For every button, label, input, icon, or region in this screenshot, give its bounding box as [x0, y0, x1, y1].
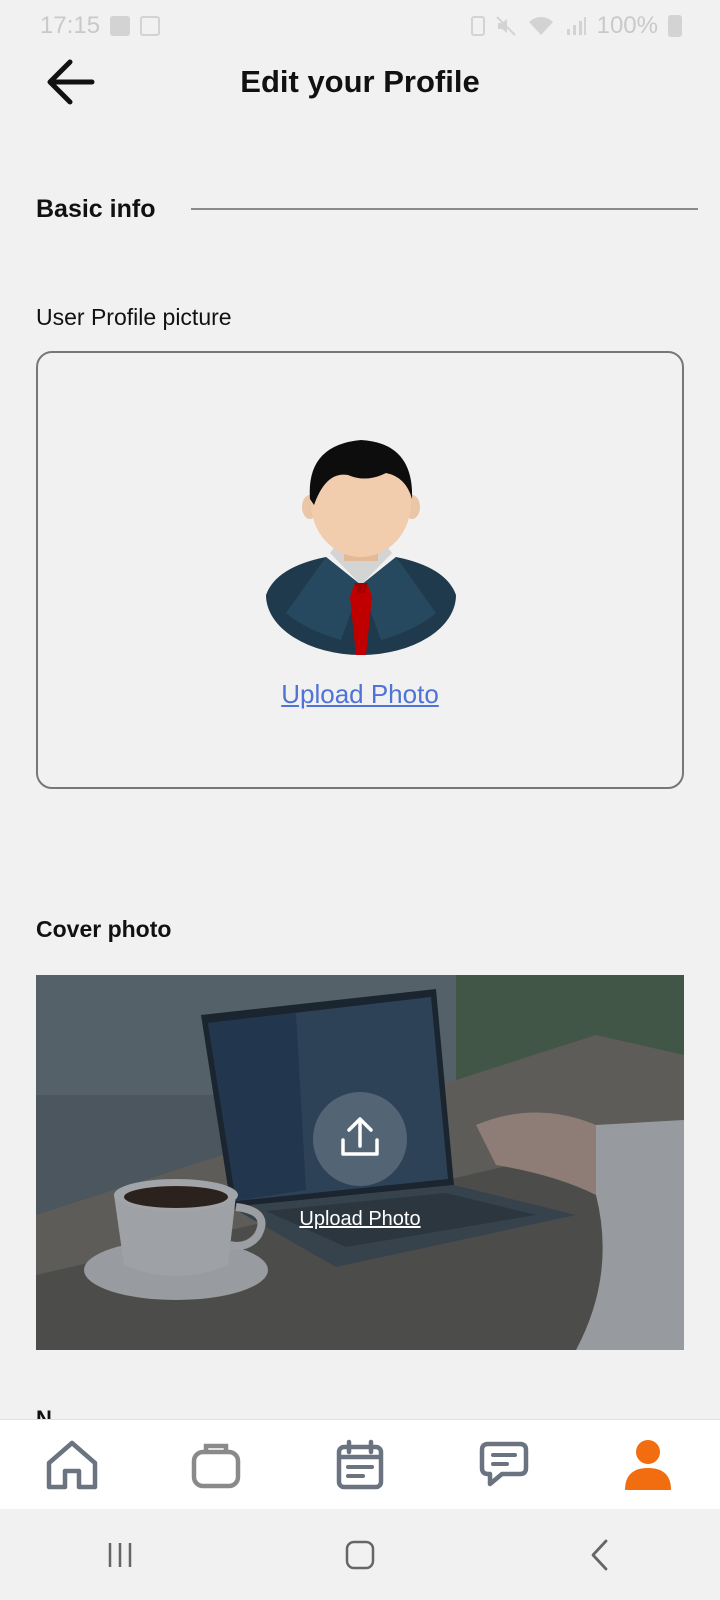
basic-info-heading: Basic info	[36, 192, 698, 226]
mute-icon	[495, 16, 516, 36]
battery-icon	[668, 15, 682, 37]
system-navigation-bar	[0, 1509, 720, 1600]
calendar-icon	[336, 1439, 384, 1489]
home-icon	[46, 1440, 98, 1489]
person-icon	[625, 1439, 671, 1490]
nav-jobs[interactable]	[181, 1430, 251, 1500]
chevron-left-icon	[591, 1539, 608, 1570]
nav-home[interactable]	[37, 1430, 107, 1500]
section-divider	[191, 208, 698, 210]
status-bar: 17:15 100%	[0, 0, 720, 52]
status-right: 100%	[470, 12, 682, 40]
nav-calendar[interactable]	[325, 1430, 395, 1500]
recent-apps-button[interactable]	[90, 1525, 150, 1585]
signal-icon	[566, 17, 586, 35]
status-left: 17:15	[40, 12, 161, 40]
app-notification-icon	[140, 16, 161, 36]
wifi-icon	[528, 17, 553, 35]
nav-messages[interactable]	[469, 1430, 539, 1500]
bottom-navigation	[0, 1419, 720, 1509]
cover-photo-area[interactable]: Upload Photo	[36, 975, 684, 1350]
section-title: Basic info	[36, 194, 156, 223]
battery-percent: 100%	[596, 12, 658, 39]
system-back-button[interactable]	[570, 1525, 630, 1585]
upload-icon	[341, 1117, 379, 1156]
nfc-icon	[470, 16, 485, 36]
profile-upload-link[interactable]: Upload Photo	[38, 679, 682, 710]
home-system-button[interactable]	[330, 1525, 390, 1585]
profile-picture-label: User Profile picture	[36, 304, 232, 330]
briefcase-icon	[191, 1443, 241, 1488]
cover-upload-button[interactable]	[313, 1092, 407, 1186]
gallery-notification-icon	[110, 16, 131, 36]
cover-photo-label: Cover photo	[36, 916, 172, 942]
cover-upload-link[interactable]: Upload Photo	[36, 1208, 684, 1231]
profile-picture-card[interactable]: Upload Photo	[36, 351, 684, 789]
chat-icon	[479, 1441, 529, 1486]
status-time: 17:15	[40, 12, 101, 39]
page-title: Edit your Profile	[240, 64, 480, 99]
nav-profile[interactable]	[613, 1430, 683, 1500]
home-square-icon	[345, 1540, 375, 1569]
avatar-placeholder-icon	[266, 440, 456, 655]
recent-apps-icon	[108, 1542, 132, 1567]
